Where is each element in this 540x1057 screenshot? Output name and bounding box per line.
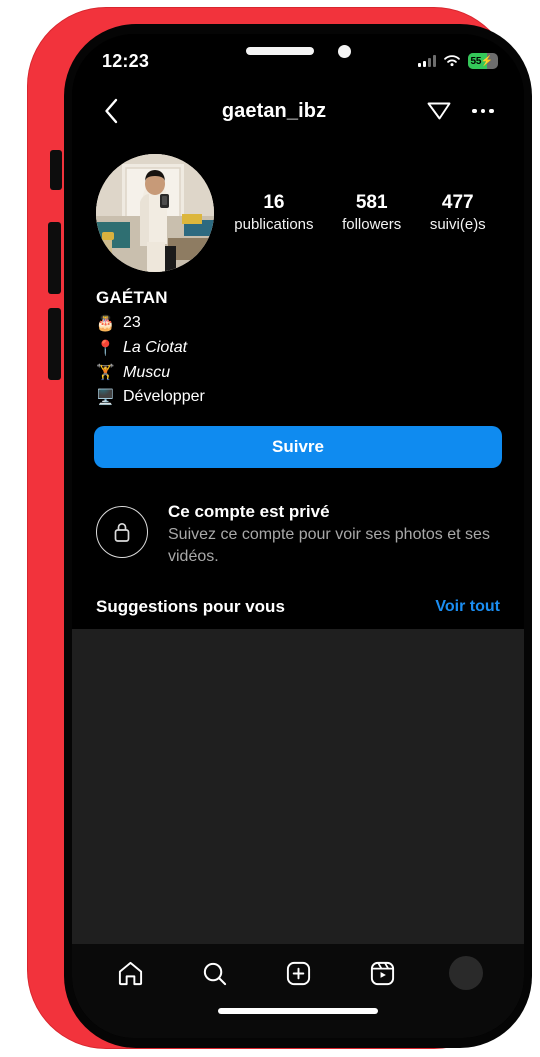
profile-username: gaetan_ibz (221, 99, 327, 122)
battery-charging-icon: 55 ⚡ (468, 53, 498, 69)
status-indicators: 55 ⚡ (418, 53, 498, 69)
tab-create[interactable] (277, 952, 319, 994)
profile-bio: GAÉTAN 🎂 23 📍 La Ciotat 🏋️ Muscu 🖥️ Déve… (72, 272, 524, 410)
bio-line-hobby: 🏋️ Muscu (96, 361, 500, 386)
mute-switch[interactable] (50, 150, 62, 190)
avatar[interactable] (96, 154, 214, 272)
instagram-profile-screen: 12:23 55 ⚡ gaetan_ibz 16 publications 58… (72, 34, 524, 1038)
tab-reels[interactable] (361, 952, 403, 994)
volume-up-button[interactable] (48, 222, 61, 294)
private-account-notice: Ce compte est privé Suivez ce compte pou… (72, 468, 524, 567)
device-notch (200, 34, 396, 68)
follow-button[interactable]: Suivre (94, 426, 502, 469)
stat-following-count: 477 (441, 192, 474, 214)
lock-icon (96, 506, 148, 559)
location-pin-icon: 📍 (96, 339, 115, 357)
bio-age-text: 23 (123, 314, 141, 331)
tab-profile[interactable] (445, 952, 487, 994)
suggestions-header: Suggestions pour vous Voir tout (72, 567, 524, 629)
suggestions-list-placeholder (72, 629, 524, 944)
home-indicator[interactable] (218, 1008, 378, 1014)
profile-display-name: GAÉTAN (96, 288, 168, 307)
front-camera-icon (337, 44, 351, 58)
cellular-bars-icon (418, 55, 436, 67)
suggestions-title: Suggestions pour vous (96, 597, 285, 617)
battery-level: 55 (470, 55, 482, 67)
stat-followers[interactable]: 581 followers (342, 191, 401, 234)
bio-line-age: 🎂 23 (96, 311, 500, 336)
stat-posts-count: 16 (263, 192, 285, 214)
chevron-left-icon[interactable] (96, 96, 126, 126)
paper-plane-icon[interactable] (422, 96, 456, 126)
charging-bolt-icon: ⚡ (480, 55, 494, 67)
stat-followers-count: 581 (355, 192, 388, 214)
profile-summary: 16 publications 581 followers 477 suivi(… (72, 140, 524, 272)
more-options-icon[interactable] (466, 96, 500, 126)
private-account-subtitle: Suivez ce compte pour voir ses photos et… (168, 526, 490, 565)
desktop-computer-icon: 🖥️ (96, 389, 115, 407)
profile-stats: 16 publications 581 followers 477 suivi(… (214, 191, 500, 234)
stat-following[interactable]: 477 suivi(e)s (430, 191, 486, 234)
tab-home[interactable] (109, 952, 151, 994)
follow-button-container: Suivre (72, 410, 524, 469)
profile-avatar-icon (449, 956, 483, 990)
bio-work-text: Développer (123, 388, 205, 406)
status-time: 12:23 (102, 50, 150, 71)
see-all-link[interactable]: Voir tout (435, 598, 500, 616)
stat-followers-label: followers (342, 216, 402, 234)
tab-search[interactable] (193, 952, 235, 994)
phone-frame: 12:23 55 ⚡ gaetan_ibz 16 publications 58… (28, 8, 532, 1048)
weightlifter-icon: 🏋️ (96, 364, 115, 382)
stat-posts-label: publications (234, 216, 314, 234)
phone-screen: 12:23 55 ⚡ gaetan_ibz 16 publications 58… (72, 34, 524, 1038)
screenshot-stage: 12:23 55 ⚡ gaetan_ibz 16 publications 58… (0, 0, 540, 1057)
profile-header: gaetan_ibz (72, 82, 524, 140)
wifi-icon (444, 55, 460, 67)
private-account-text: Ce compte est privé Suivez ce compte pou… (168, 502, 500, 567)
bio-location-text: La Ciotat (123, 338, 188, 356)
stat-following-label: suivi(e)s (429, 216, 486, 234)
birthday-cake-icon: 🎂 (96, 314, 115, 332)
bottom-tab-bar (72, 944, 524, 1002)
bio-line-location: 📍 La Ciotat (96, 336, 500, 361)
stat-posts[interactable]: 16 publications (234, 191, 313, 234)
earpiece-speaker-icon (245, 47, 314, 55)
volume-down-button[interactable] (48, 308, 61, 380)
home-indicator-area (72, 1002, 524, 1038)
bio-line-work: 🖥️ Développer (96, 385, 500, 410)
bio-hobby-text: Muscu (123, 363, 171, 381)
private-account-title: Ce compte est privé (168, 502, 330, 522)
